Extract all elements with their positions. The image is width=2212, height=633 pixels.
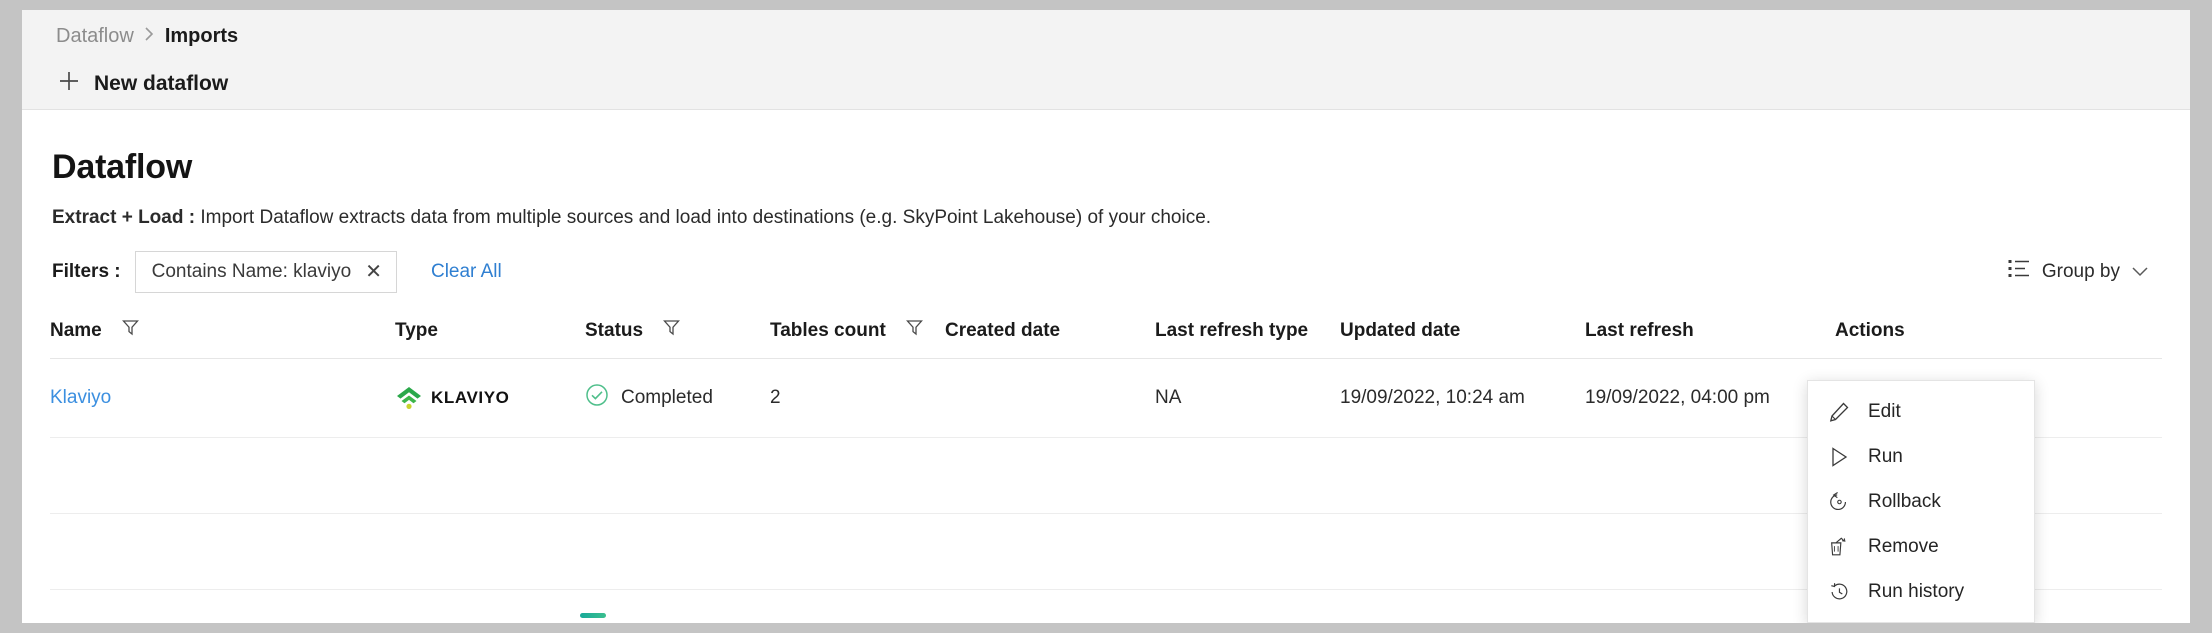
column-header-created-date[interactable]: Created date	[945, 311, 1155, 359]
table-header-row: Name Type Status Tables count Created da…	[50, 311, 2162, 359]
menu-item-remove-label: Remove	[1868, 535, 1939, 557]
cell-updated-date: 19/09/2022, 10:24 am	[1340, 387, 1525, 408]
play-icon	[1828, 446, 1850, 468]
menu-item-run-label: Run	[1868, 445, 1903, 467]
chevron-down-icon	[2132, 261, 2148, 283]
loading-spinner	[580, 613, 606, 618]
column-header-tables-count-label: Tables count	[770, 319, 886, 341]
column-header-actions: Actions	[1835, 311, 2162, 359]
filters-label: Filters :	[52, 261, 121, 282]
breadcrumb-item-imports[interactable]: Imports	[165, 25, 238, 48]
filter-chip-contains-name[interactable]: Contains Name: klaviyo ✕	[134, 251, 397, 293]
cell-last-refresh: 19/09/2022, 04:00 pm	[1585, 387, 1770, 408]
cell-status: Completed	[585, 359, 770, 438]
new-dataflow-button[interactable]: New dataflow	[38, 62, 228, 106]
menu-item-run-history-label: Run history	[1868, 580, 1965, 602]
pencil-icon	[1828, 401, 1850, 423]
column-header-actions-label: Actions	[1835, 319, 1905, 341]
column-header-status-label: Status	[585, 319, 644, 341]
clear-all-button[interactable]: Clear All	[431, 261, 502, 283]
page-description-label: Extract + Load :	[52, 207, 196, 228]
filter-bar: Filters : Contains Name: klaviyo ✕ Clear…	[52, 251, 2162, 293]
history-clock-icon	[1828, 581, 1850, 603]
menu-item-remove[interactable]: Remove	[1808, 524, 2034, 569]
app-window: Dataflow Imports New dataflow Dataflow E…	[22, 10, 2190, 623]
status-badge: Completed	[585, 383, 770, 413]
filter-icon[interactable]	[121, 319, 139, 342]
group-by-label: Group by	[2041, 261, 2120, 282]
column-header-updated-date[interactable]: Updated date	[1340, 311, 1585, 359]
filter-icon[interactable]	[905, 319, 923, 342]
cell-last-refresh-type: NA	[1155, 387, 1182, 408]
menu-item-rollback[interactable]: Rollback	[1808, 479, 2034, 524]
column-header-type[interactable]: Type	[395, 311, 585, 359]
column-header-last-refresh-label: Last refresh	[1585, 319, 1694, 341]
menu-item-rollback-label: Rollback	[1868, 490, 1941, 512]
breadcrumb-item-dataflow[interactable]: Dataflow	[56, 25, 134, 48]
list-icon	[2008, 259, 2030, 285]
table-header: Name Type Status Tables count Created da…	[50, 311, 2162, 359]
menu-item-edit[interactable]: Edit	[1808, 389, 2034, 434]
top-bar: Dataflow Imports New dataflow	[22, 10, 2190, 110]
cell-type: KLAVIYO	[395, 359, 585, 438]
breadcrumb-separator-icon	[144, 26, 155, 47]
column-header-last-refresh-type-label: Last refresh type	[1155, 319, 1309, 341]
group-by-button[interactable]: Group by	[2008, 259, 2162, 285]
column-header-type-label: Type	[395, 319, 438, 341]
trash-icon	[1828, 536, 1850, 558]
page-title: Dataflow	[52, 148, 193, 186]
close-icon[interactable]: ✕	[365, 262, 382, 282]
status-label: Completed	[621, 387, 713, 408]
cell-name: Klaviyo	[50, 359, 395, 438]
column-header-tables-count[interactable]: Tables count	[770, 311, 945, 359]
column-header-last-refresh-type[interactable]: Last refresh type	[1155, 311, 1340, 359]
filter-icon[interactable]	[663, 319, 681, 342]
plus-icon	[58, 70, 80, 98]
cell-tables-count: 2	[770, 387, 781, 408]
klaviyo-logo: KLAVIYO	[395, 385, 585, 411]
rollback-icon	[1828, 491, 1850, 513]
cell-created-date	[945, 359, 1155, 438]
column-header-last-refresh[interactable]: Last refresh	[1585, 311, 1835, 359]
menu-item-run[interactable]: Run	[1808, 434, 2034, 479]
menu-item-run-history[interactable]: Run history	[1808, 569, 2034, 614]
row-actions-menu: Edit Run Rollback Remove Run history	[1807, 380, 2035, 623]
menu-item-edit-label: Edit	[1868, 400, 1901, 422]
column-header-name-label: Name	[50, 319, 102, 341]
column-header-updated-date-label: Updated date	[1340, 319, 1461, 341]
dataflow-link-klaviyo[interactable]: Klaviyo	[50, 387, 111, 408]
filter-chip-label: Contains Name: klaviyo	[151, 261, 352, 282]
new-dataflow-label: New dataflow	[94, 72, 229, 95]
check-circle-icon	[585, 383, 609, 413]
klaviyo-mark-icon	[397, 387, 421, 409]
page-description-text: Import Dataflow extracts data from multi…	[195, 207, 1212, 228]
column-header-status[interactable]: Status	[585, 311, 770, 359]
column-header-name[interactable]: Name	[50, 311, 395, 359]
page-description: Extract + Load : Import Dataflow extract…	[52, 207, 2162, 229]
klaviyo-logo-text: KLAVIYO	[431, 388, 510, 407]
breadcrumb: Dataflow Imports	[38, 10, 2190, 62]
column-header-created-date-label: Created date	[945, 319, 1061, 341]
